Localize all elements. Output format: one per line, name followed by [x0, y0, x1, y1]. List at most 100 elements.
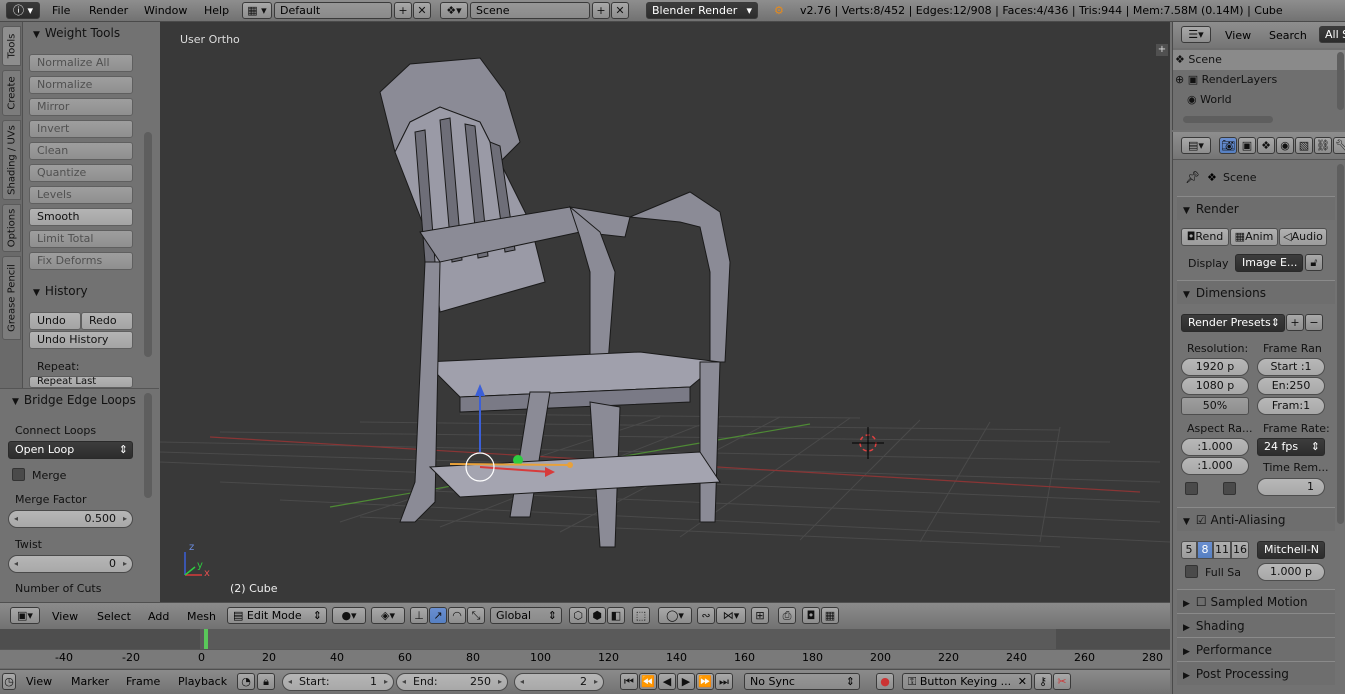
3d-viewport[interactable]: z y x User Ortho (2) Cube +: [160, 22, 1170, 602]
frame-start-field[interactable]: Start :1: [1257, 358, 1325, 376]
insert-keyframe-icon[interactable]: ⚷: [1034, 673, 1052, 690]
checkmark-icon[interactable]: ☑: [1196, 513, 1211, 527]
remove-scene-icon[interactable]: ✕: [611, 2, 629, 19]
menu-render[interactable]: Render: [89, 3, 128, 19]
menu-search[interactable]: Search: [1269, 29, 1307, 42]
render-presets-select[interactable]: Render Presets ⇕: [1181, 314, 1285, 332]
mirror-button[interactable]: Mirror: [29, 98, 133, 116]
outliner-item-renderlayers[interactable]: ⊕ ▣ RenderLayers: [1173, 70, 1345, 90]
frame-ruler[interactable]: [0, 649, 1170, 668]
close-icon[interactable]: ✕: [1018, 674, 1027, 689]
dimensions-panel-header[interactable]: ▼ Dimensions: [1177, 280, 1335, 304]
preview-range-icon[interactable]: ◔: [237, 673, 255, 690]
outliner-scrollbar[interactable]: [1337, 52, 1344, 110]
history-header[interactable]: ▼ History: [33, 282, 88, 302]
aspect-x-field[interactable]: :1.000: [1181, 438, 1249, 456]
orientation-select[interactable]: Global ⇕: [490, 607, 562, 624]
scale-manipulator-icon[interactable]: ⤡: [467, 607, 485, 624]
toolshelf-scrollbar[interactable]: [144, 132, 152, 357]
weight-tools-header[interactable]: ▼ Weight Tools: [33, 24, 120, 44]
menu-view[interactable]: View: [26, 675, 52, 688]
outliner-hscrollbar[interactable]: [1183, 116, 1273, 123]
render-panel-header[interactable]: ▼ Render: [1177, 196, 1335, 220]
menu-mesh[interactable]: Mesh: [187, 610, 216, 623]
lock-icon[interactable]: 🔒︎: [257, 673, 275, 690]
menu-frame[interactable]: Frame: [126, 675, 160, 688]
play-icon[interactable]: ▶: [677, 673, 695, 690]
constraints-tab-icon[interactable]: ⛓: [1314, 137, 1332, 154]
undo-button[interactable]: Undo: [29, 312, 81, 330]
lock-interface-icon[interactable]: 🔓︎: [1305, 254, 1323, 271]
filter-size-field[interactable]: 1.000 p: [1257, 563, 1325, 581]
world-tab-icon[interactable]: ◉: [1276, 137, 1294, 154]
rotate-manipulator-icon[interactable]: ◠: [448, 607, 466, 624]
limit-selection-icon[interactable]: ⬚: [632, 607, 650, 624]
properties-scrollbar[interactable]: [1337, 164, 1344, 524]
menu-marker[interactable]: Marker: [71, 675, 109, 688]
menu-view[interactable]: View: [52, 610, 78, 623]
scene-tab-icon[interactable]: ❖: [1257, 137, 1275, 154]
checkbox-icon[interactable]: ☐: [1196, 595, 1211, 609]
aa-sample-16[interactable]: 16: [1231, 541, 1249, 559]
delete-keyframe-icon[interactable]: ✂: [1053, 673, 1071, 690]
remove-preset-icon[interactable]: −: [1305, 314, 1323, 331]
render-tab-icon[interactable]: 📷︎: [1219, 137, 1237, 154]
aa-sample-11[interactable]: 11: [1213, 541, 1231, 559]
play-reverse-icon[interactable]: ◀: [658, 673, 676, 690]
menu-add[interactable]: Add: [148, 610, 169, 623]
frame-end-field[interactable]: En:250: [1257, 377, 1325, 395]
editor-type-icon[interactable]: ◷: [2, 673, 16, 690]
normalize-all-button[interactable]: Normalize All: [29, 54, 133, 72]
keying-set-field[interactable]: ⚿ Button Keying ... ✕: [902, 673, 1032, 690]
outliner-item-world[interactable]: ◉ World: [1173, 90, 1345, 110]
audio-button[interactable]: ◁Audio: [1279, 228, 1327, 246]
edge-select-icon[interactable]: ⬢: [588, 607, 606, 624]
screen-layout-icon[interactable]: ▦ ▾: [242, 2, 272, 19]
manipulator-toggle-icon[interactable]: ⊥: [410, 607, 428, 624]
animation-button[interactable]: ▦Anim: [1230, 228, 1278, 246]
levels-button[interactable]: Levels: [29, 186, 133, 204]
border-checkbox[interactable]: [1185, 482, 1198, 495]
aa-filter-select[interactable]: Mitchell-N: [1257, 541, 1325, 559]
timeline[interactable]: -40 -20 0 20 40 60 80 100 120 140 160 18…: [0, 629, 1170, 669]
motion-blur-panel-header[interactable]: ▶☐ Sampled Motion Blur: [1177, 589, 1335, 635]
remove-layout-icon[interactable]: ✕: [413, 2, 431, 19]
vertex-select-icon[interactable]: ⬡: [569, 607, 587, 624]
full-sample-checkbox[interactable]: [1185, 565, 1198, 578]
frame-step-field[interactable]: Fram:1: [1257, 397, 1325, 415]
tab-options[interactable]: Options: [2, 204, 21, 252]
invert-button[interactable]: Invert: [29, 120, 133, 138]
snap-element-icon[interactable]: ⋈▾: [716, 607, 746, 624]
shading-panel-header[interactable]: ▶ Shading: [1177, 613, 1335, 637]
screen-layout-field[interactable]: Default: [274, 2, 392, 19]
operator-scrollbar[interactable]: [144, 393, 152, 498]
render-button[interactable]: ◘Rend: [1181, 228, 1229, 246]
record-icon[interactable]: ●: [876, 673, 894, 690]
current-frame-field[interactable]: ◂ 2 ▸: [514, 673, 604, 691]
render-still-icon[interactable]: ◘: [802, 607, 820, 624]
aa-sample-8[interactable]: 8: [1197, 541, 1213, 559]
add-preset-icon[interactable]: +: [1286, 314, 1304, 331]
expand-icon[interactable]: ⊕: [1175, 73, 1184, 86]
performance-panel-header[interactable]: ▶ Performance: [1177, 637, 1335, 661]
proportional-edit-icon[interactable]: ◯▾: [658, 607, 692, 624]
next-keyframe-icon[interactable]: ⏩: [696, 673, 714, 690]
editor-type-icon[interactable]: ▣▾: [10, 607, 40, 624]
time-remap-field[interactable]: 1: [1257, 478, 1325, 496]
fps-select[interactable]: 24 fps ⇕: [1257, 438, 1325, 456]
jump-start-icon[interactable]: ⏮: [620, 673, 638, 690]
aspect-y-field[interactable]: :1.000: [1181, 457, 1249, 475]
anti-aliasing-panel-header[interactable]: ▼ ☑ Anti-Aliasing: [1177, 507, 1335, 531]
scene-icon[interactable]: ❖▾: [440, 2, 468, 19]
merge-checkbox[interactable]: [12, 468, 25, 481]
aa-sample-5[interactable]: 5: [1181, 541, 1197, 559]
resolution-x-field[interactable]: 1920 p: [1181, 358, 1249, 376]
scene-field[interactable]: Scene: [470, 2, 590, 19]
current-frame-marker[interactable]: [204, 629, 208, 649]
translate-manipulator-icon[interactable]: ↗: [429, 607, 447, 624]
menu-view[interactable]: View: [1225, 29, 1251, 42]
tab-create[interactable]: Create: [2, 70, 21, 116]
resolution-y-field[interactable]: 1080 p: [1181, 377, 1249, 395]
add-scene-icon[interactable]: +: [592, 2, 610, 19]
redo-button[interactable]: Redo: [81, 312, 133, 330]
